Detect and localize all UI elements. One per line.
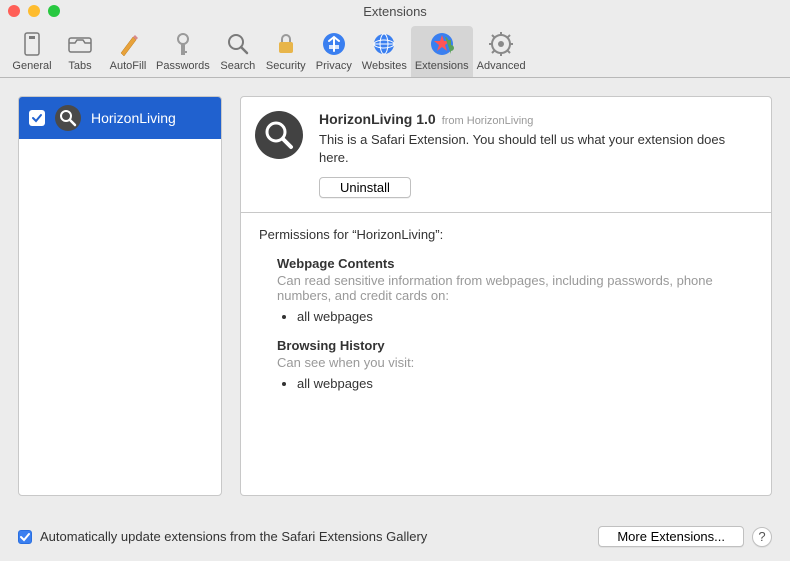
extension-name: HorizonLiving 1.0 xyxy=(319,111,436,127)
sidebar-item-horizonliving[interactable]: HorizonLiving xyxy=(19,97,221,139)
permission-heading: Browsing History xyxy=(277,338,753,353)
passwords-icon xyxy=(167,28,199,60)
permission-section-browsing-history: Browsing History Can see when you visit:… xyxy=(277,338,753,391)
toolbar: General Tabs AutoFill Passwords Search S… xyxy=(0,22,790,78)
titlebar: Extensions xyxy=(0,0,790,22)
tab-advanced[interactable]: Advanced xyxy=(473,26,530,77)
tab-extensions[interactable]: Extensions xyxy=(411,26,473,77)
permission-item: all webpages xyxy=(297,309,753,324)
detail-text: HorizonLiving 1.0 from HorizonLiving Thi… xyxy=(319,111,757,198)
permission-item: all webpages xyxy=(297,376,753,391)
extension-detail: HorizonLiving 1.0 from HorizonLiving Thi… xyxy=(240,96,772,496)
websites-icon xyxy=(368,28,400,60)
tab-label: Tabs xyxy=(68,60,91,72)
tab-label: Advanced xyxy=(477,60,526,72)
tab-label: Privacy xyxy=(316,60,352,72)
tab-search[interactable]: Search xyxy=(214,26,262,77)
extension-from: from HorizonLiving xyxy=(442,115,534,127)
tab-label: General xyxy=(12,60,51,72)
tab-label: Websites xyxy=(362,60,407,72)
security-icon xyxy=(270,28,302,60)
permission-list: all webpages xyxy=(297,309,753,324)
uninstall-button[interactable]: Uninstall xyxy=(319,177,411,198)
permission-description: Can read sensitive information from webp… xyxy=(277,273,753,303)
extension-enabled-checkbox[interactable] xyxy=(29,110,45,126)
detail-heading: HorizonLiving 1.0 from HorizonLiving xyxy=(319,111,757,127)
maximize-icon[interactable] xyxy=(48,5,60,17)
tab-passwords[interactable]: Passwords xyxy=(152,26,214,77)
tab-tabs[interactable]: Tabs xyxy=(56,26,104,77)
help-button[interactable]: ? xyxy=(752,527,772,547)
tab-general[interactable]: General xyxy=(8,26,56,77)
more-extensions-button[interactable]: More Extensions... xyxy=(598,526,744,547)
autofill-icon xyxy=(112,28,144,60)
tab-security[interactable]: Security xyxy=(262,26,310,77)
advanced-icon xyxy=(485,28,517,60)
window-title: Extensions xyxy=(0,4,790,19)
permission-list: all webpages xyxy=(297,376,753,391)
tab-privacy[interactable]: Privacy xyxy=(310,26,358,77)
tab-websites[interactable]: Websites xyxy=(358,26,411,77)
tab-label: Security xyxy=(266,60,306,72)
sidebar-item-label: HorizonLiving xyxy=(91,110,176,126)
tabs-icon xyxy=(64,28,96,60)
permissions-panel: Permissions for “HorizonLiving”: Webpage… xyxy=(240,213,772,496)
tab-label: Search xyxy=(220,60,255,72)
permission-description: Can see when you visit: xyxy=(277,355,753,370)
permission-heading: Webpage Contents xyxy=(277,256,753,271)
auto-update-label: Automatically update extensions from the… xyxy=(40,529,427,544)
magnifier-icon xyxy=(255,111,303,159)
permissions-title: Permissions for “HorizonLiving”: xyxy=(259,227,753,242)
footer: Automatically update extensions from the… xyxy=(0,512,790,561)
minimize-icon[interactable] xyxy=(28,5,40,17)
traffic-lights xyxy=(8,5,60,17)
extensions-icon xyxy=(426,28,458,60)
detail-header: HorizonLiving 1.0 from HorizonLiving Thi… xyxy=(240,96,772,213)
tab-autofill[interactable]: AutoFill xyxy=(104,26,152,77)
extensions-sidebar: HorizonLiving xyxy=(18,96,222,496)
main-content: HorizonLiving HorizonLiving 1.0 from Hor… xyxy=(0,78,790,514)
magnifier-icon xyxy=(55,105,81,131)
privacy-icon xyxy=(318,28,350,60)
extension-description: This is a Safari Extension. You should t… xyxy=(319,131,757,167)
tab-label: AutoFill xyxy=(110,60,147,72)
tab-label: Passwords xyxy=(156,60,210,72)
general-icon xyxy=(16,28,48,60)
search-icon xyxy=(222,28,254,60)
permission-section-webpage-contents: Webpage Contents Can read sensitive info… xyxy=(277,256,753,324)
auto-update-checkbox[interactable] xyxy=(18,530,32,544)
tab-label: Extensions xyxy=(415,60,469,72)
close-icon[interactable] xyxy=(8,5,20,17)
